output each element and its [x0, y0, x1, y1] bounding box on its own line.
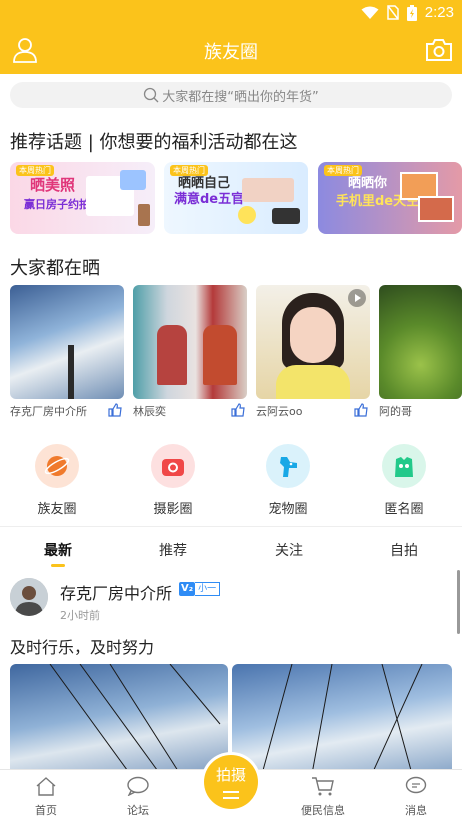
dress-display [203, 325, 237, 385]
post-image-1[interactable] [10, 664, 228, 774]
status-time: 2:23 [424, 4, 454, 21]
status-bar: 2:23 [0, 0, 462, 28]
nav-messages[interactable]: 消息 [386, 776, 446, 818]
circle-label: 匿名圈 [384, 502, 424, 517]
post-image-2[interactable] [232, 664, 452, 774]
feed-tabs: 最新 推荐 关注 自拍 [0, 526, 462, 570]
topic-title-line1: 晒晒自己 [178, 176, 231, 191]
share-user-1[interactable]: 存克厂房中介所 [10, 403, 87, 419]
menu-lines-icon [223, 791, 239, 799]
cup-sticker-icon [138, 204, 150, 226]
circle-item-niming[interactable]: 匿名圈 [364, 444, 444, 517]
search-bar-container: 大家都在搜“晒出你的年货” [0, 74, 462, 120]
like-icon[interactable] [231, 403, 245, 417]
search-placeholder: 大家都在搜“晒出你的年货” [162, 89, 319, 105]
topic-tag: 本周热门 [170, 165, 208, 176]
mask-icon [382, 444, 426, 488]
page-title: 族友圈 [204, 42, 258, 63]
building-silhouette [68, 345, 74, 399]
level-badge-text: 小一 [195, 582, 221, 596]
post-author[interactable]: 存克厂房中介所 [60, 580, 172, 604]
circle-item-chongwu[interactable]: 宠物圈 [248, 444, 328, 517]
share-user-2[interactable]: 林辰奕 [133, 403, 166, 419]
circle-label: 宠物圈 [268, 502, 308, 517]
like-icon[interactable] [354, 403, 368, 417]
share-card-4[interactable] [379, 285, 462, 399]
tab-recommend[interactable]: 推荐 [143, 540, 203, 560]
share-card-3[interactable] [256, 285, 370, 399]
share-card-1[interactable] [10, 285, 124, 399]
share-user-4[interactable]: 阿的哥 [379, 403, 412, 419]
circle-item-zuyouquan[interactable]: 族友圈 [17, 444, 97, 517]
circle-label: 摄影圈 [153, 502, 193, 517]
active-tab-indicator [51, 564, 65, 567]
like-icon[interactable] [108, 403, 122, 417]
chat-bubble-icon [127, 776, 149, 797]
tab-follow[interactable]: 关注 [259, 540, 319, 560]
app-bar: 族友圈 [0, 28, 462, 74]
topic-title-line1: 晒晒你 [348, 176, 388, 191]
topic-button-graphic [272, 208, 300, 224]
level-badge: V₂ 小一 [179, 582, 221, 596]
smiley-sticker-icon [238, 206, 256, 224]
search-icon [144, 87, 159, 103]
topic-card-3[interactable]: 本周热门 晒晒你 手机里de天空 [318, 162, 462, 234]
circle-item-sheying[interactable]: 摄影圈 [133, 444, 213, 517]
topics-title: 推荐话题 | 你想要的福利活动都在这 [10, 132, 298, 153]
nav-forum[interactable]: 论坛 [108, 776, 168, 818]
search-input[interactable]: 大家都在搜“晒出你的年货” [10, 82, 452, 108]
share-user-3[interactable]: 云阿云oo [256, 403, 302, 419]
tab-latest[interactable]: 最新 [28, 540, 88, 560]
nav-label: 消息 [405, 804, 427, 817]
nav-label: 便民信息 [301, 804, 345, 817]
topic-card-2[interactable]: 本周热门 晒晒自己 满意de五官 [164, 162, 308, 234]
video-play-icon [348, 289, 366, 307]
verified-badge-icon: V₂ [179, 582, 196, 596]
home-icon [36, 777, 56, 796]
planet-icon [35, 444, 79, 488]
nav-home[interactable]: 首页 [16, 776, 76, 818]
post-timestamp: 2小时前 [60, 609, 100, 622]
no-sim-icon [387, 5, 399, 20]
topic-tag: 本周热门 [16, 165, 54, 176]
nav-label: 首页 [35, 804, 57, 817]
sky-photo-2 [418, 196, 454, 222]
post-content: 及时行乐，及时努力 [10, 638, 155, 657]
camera-sticker-icon [120, 170, 146, 190]
shirt-shape [276, 365, 350, 399]
topic-tag: 本周热门 [324, 165, 362, 176]
topic-title-line1: 晒美照 [30, 176, 76, 194]
cart-icon [312, 777, 334, 796]
avatar[interactable] [10, 578, 48, 616]
shoot-button-inner: 拍摄 [204, 755, 258, 809]
camera-icon[interactable] [426, 38, 452, 62]
share-card-2[interactable] [133, 285, 247, 399]
nav-local-info[interactable]: 便民信息 [293, 776, 353, 818]
camera-icon [151, 444, 195, 488]
tab-selfie[interactable]: 自拍 [374, 540, 434, 560]
topic-title-line2: 满意de五官 [174, 192, 245, 207]
face-shape [290, 307, 336, 363]
shoot-button[interactable]: 拍摄 [201, 752, 261, 812]
topic-title-line2: 赢日房子约拍 [24, 198, 90, 211]
dog-icon [266, 444, 310, 488]
dress-display [157, 325, 187, 385]
wifi-icon [361, 6, 379, 19]
eyes-photo [242, 178, 294, 202]
message-icon [405, 776, 427, 794]
topic-card-1[interactable]: 本周热门 晒美照 赢日房子约拍 [10, 162, 155, 234]
shoot-label: 拍摄 [215, 766, 246, 784]
nav-label: 论坛 [127, 804, 149, 817]
circle-label: 族友圈 [37, 502, 77, 517]
scrollbar[interactable] [457, 570, 460, 634]
battery-icon [406, 4, 417, 21]
shares-title: 大家都在晒 [10, 258, 100, 279]
